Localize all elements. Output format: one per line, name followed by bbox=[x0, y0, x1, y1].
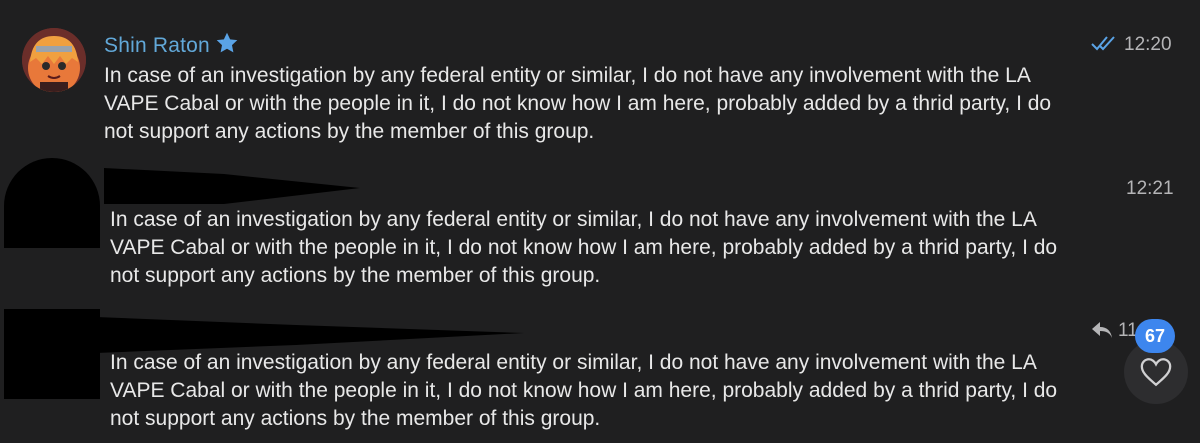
message-time: 12:20 bbox=[1124, 34, 1172, 55]
message-text: In case of an investigation by any feder… bbox=[104, 64, 1052, 143]
redacted-sender-name bbox=[104, 164, 364, 209]
redacted-avatar bbox=[4, 158, 100, 248]
message-1[interactable]: Shin Raton In case of an investigation b… bbox=[0, 0, 1200, 150]
sender-row: Shin Raton bbox=[104, 30, 240, 61]
message-text: In case of an investigation by any feder… bbox=[110, 351, 1058, 430]
unread-count-badge[interactable]: 67 bbox=[1135, 319, 1175, 353]
chat-view: Shin Raton In case of an investigation b… bbox=[0, 0, 1200, 443]
redacted-avatar bbox=[4, 309, 100, 399]
reply-arrow-icon[interactable] bbox=[1090, 320, 1114, 345]
avatar[interactable] bbox=[22, 28, 86, 92]
message-time: 12:21 bbox=[1126, 178, 1174, 199]
heart-icon bbox=[1140, 358, 1172, 387]
message-text: In case of an investigation by any feder… bbox=[110, 208, 1058, 287]
message-2[interactable]: 12:21 In case of an investigation by any… bbox=[0, 150, 1200, 295]
message-3[interactable]: In case of an investigation by any feder… bbox=[0, 295, 1200, 443]
double-check-icon bbox=[1090, 34, 1118, 57]
star-icon bbox=[214, 30, 240, 61]
avatar-image bbox=[22, 28, 86, 92]
sender-name[interactable]: Shin Raton bbox=[104, 34, 210, 58]
